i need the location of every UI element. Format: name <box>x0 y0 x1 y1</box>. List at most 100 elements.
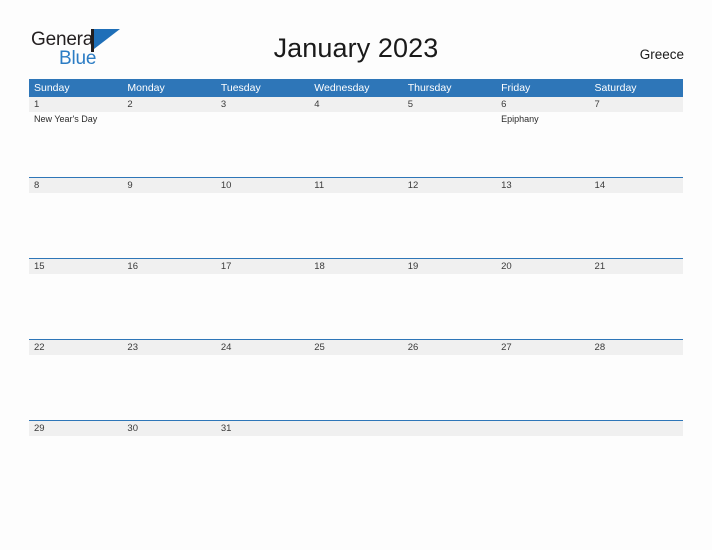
calendar-day-cell[interactable]: 5 <box>402 97 497 177</box>
calendar-day-cell[interactable]: 26 <box>402 340 497 420</box>
day-number: 18 <box>314 261 325 272</box>
calendar-week-body: 22 23 24 25 26 27 28 <box>29 340 683 420</box>
weekday-header-sunday: Sunday <box>34 82 70 94</box>
calendar-day-cell[interactable]: 27 <box>496 340 590 420</box>
day-number-band <box>402 97 497 112</box>
calendar-day-cell[interactable]: 11 <box>309 178 403 258</box>
calendar-week-body: 15 16 17 18 19 20 21 <box>29 259 683 339</box>
calendar-day-cell[interactable]: 24 <box>215 340 310 420</box>
weekday-header-row: Sunday Monday Tuesday Wednesday Thursday… <box>29 79 683 97</box>
day-number: 12 <box>407 180 419 191</box>
calendar-day-cell[interactable]: 7 <box>589 97 683 177</box>
calendar-week-row: 8 9 10 11 12 13 14 <box>29 177 683 258</box>
holiday-label: New Year's Day <box>34 114 98 124</box>
weekday-header-saturday: Saturday <box>594 82 637 94</box>
calendar-day-cell[interactable]: 4 <box>309 97 403 177</box>
day-number: 22 <box>34 342 45 353</box>
day-number: 30 <box>127 423 138 434</box>
calendar-day-cell[interactable]: 29 <box>29 421 123 501</box>
calendar-day-cell[interactable] <box>402 421 497 501</box>
calendar-day-cell[interactable]: 6 Epiphany <box>496 97 590 177</box>
day-number-band <box>29 178 123 193</box>
calendar-day-cell[interactable]: 16 <box>122 259 216 339</box>
calendar-day-cell[interactable]: 30 <box>122 421 216 501</box>
day-number-band <box>496 97 590 112</box>
day-number: 17 <box>220 261 232 272</box>
calendar-day-cell[interactable]: 9 <box>122 178 216 258</box>
calendar-day-cell[interactable]: 8 <box>29 178 123 258</box>
calendar-day-cell[interactable]: 3 <box>215 97 310 177</box>
calendar-day-cell[interactable]: 14 <box>589 178 683 258</box>
day-number: 10 <box>220 180 232 191</box>
day-number: 13 <box>501 180 512 191</box>
day-number: 14 <box>594 180 606 191</box>
calendar-day-cell[interactable]: 10 <box>215 178 310 258</box>
day-number: 26 <box>407 342 419 353</box>
calendar-day-cell[interactable]: 1 New Year's Day <box>29 97 123 177</box>
day-number: 16 <box>127 261 138 272</box>
day-number: 5 <box>407 99 413 110</box>
day-number-band <box>589 421 683 436</box>
day-number-band <box>496 421 590 436</box>
calendar-day-cell[interactable]: 2 <box>122 97 216 177</box>
day-number: 2 <box>127 99 133 110</box>
calendar-day-cell[interactable]: 15 <box>29 259 123 339</box>
calendar-day-cell[interactable]: 23 <box>122 340 216 420</box>
country-label: Greece <box>639 47 684 62</box>
calendar-day-cell[interactable]: 20 <box>496 259 590 339</box>
calendar-day-cell[interactable]: 28 <box>589 340 683 420</box>
day-events: New Year's Day <box>34 113 119 126</box>
day-number: 24 <box>220 342 232 353</box>
calendar-day-cell[interactable]: 18 <box>309 259 403 339</box>
calendar-weeks: 1 New Year's Day 2 3 4 5 6 Epiphany 7 8 9 10 11 12 13 1… <box>29 97 683 501</box>
page-header: General Blue January 2023 Greece <box>0 0 712 78</box>
day-number: 11 <box>314 180 325 191</box>
day-number: 25 <box>314 342 325 353</box>
day-number: 20 <box>501 261 512 272</box>
day-number: 9 <box>127 180 133 191</box>
day-number: 23 <box>127 342 138 353</box>
day-number: 19 <box>407 261 419 272</box>
day-number: 1 <box>34 99 40 110</box>
day-number-band <box>309 421 403 436</box>
calendar-day-cell[interactable]: 17 <box>215 259 310 339</box>
day-number: 15 <box>34 261 45 272</box>
day-number-band <box>309 97 403 112</box>
weekday-header-tuesday: Tuesday <box>220 82 261 94</box>
calendar-day-cell[interactable]: 12 <box>402 178 497 258</box>
day-number: 29 <box>34 423 45 434</box>
day-events: Epiphany <box>501 113 586 126</box>
day-number-band <box>122 178 216 193</box>
calendar-day-cell[interactable]: 19 <box>402 259 497 339</box>
holiday-label: Epiphany <box>501 114 539 124</box>
calendar-week-row: 15 16 17 18 19 20 21 <box>29 258 683 339</box>
day-number: 27 <box>501 342 512 353</box>
calendar-week-body: 8 9 10 11 12 13 14 <box>29 178 683 258</box>
page-title: January 2023 <box>273 33 439 63</box>
calendar-day-cell[interactable] <box>589 421 683 501</box>
day-number: 8 <box>34 180 40 191</box>
day-number: 28 <box>594 342 606 353</box>
calendar-day-cell[interactable]: 13 <box>496 178 590 258</box>
calendar-week-row: 22 23 24 25 26 27 28 <box>29 339 683 420</box>
calendar-day-cell[interactable] <box>309 421 403 501</box>
calendar-day-cell[interactable]: 22 <box>29 340 123 420</box>
day-number-band <box>29 97 123 112</box>
day-number: 6 <box>501 99 507 110</box>
calendar-day-cell[interactable]: 25 <box>309 340 403 420</box>
calendar-day-cell[interactable]: 31 <box>215 421 310 501</box>
weekday-header-wednesday: Wednesday <box>314 82 370 94</box>
day-number-band <box>589 97 683 112</box>
weekday-header-friday: Friday <box>501 82 531 94</box>
calendar-day-cell[interactable] <box>496 421 590 501</box>
day-number: 21 <box>594 261 606 272</box>
day-number-band <box>122 97 216 112</box>
day-number-band <box>215 97 310 112</box>
day-number: 31 <box>220 423 232 434</box>
calendar-day-cell[interactable]: 21 <box>589 259 683 339</box>
calendar-week-row: 29 30 31 <box>29 420 683 501</box>
calendar-week-body: 29 30 31 <box>29 421 683 501</box>
calendar-week-body: 1 New Year's Day 2 3 4 5 6 Epiphany 7 <box>29 97 683 177</box>
day-number: 4 <box>314 99 320 110</box>
calendar-grid: Sunday Monday Tuesday Wednesday Thursday… <box>29 79 683 501</box>
